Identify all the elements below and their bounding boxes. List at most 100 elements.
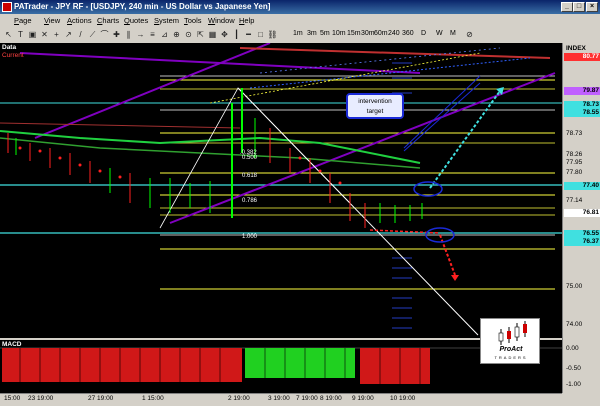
tf-10m[interactable]: 10m [332, 30, 346, 37]
cross-icon[interactable]: ✚ [111, 29, 122, 40]
tf-monthly[interactable]: M [450, 30, 456, 37]
eraser-icon[interactable]: ✕ [39, 29, 50, 40]
hline-icon[interactable]: ━ [243, 29, 254, 40]
price-badge: 79.87 [564, 87, 600, 95]
fib-label-618: 0.618 [242, 173, 258, 179]
price-tick: 77.95 [566, 159, 583, 166]
arrow-icon[interactable]: ↖ [3, 29, 14, 40]
close-button[interactable]: × [586, 2, 598, 12]
image-icon[interactable]: ▣ [27, 29, 38, 40]
channel-upper-line [34, 43, 271, 139]
ma-green-line [0, 137, 421, 169]
time-tick: 1 15:00 [142, 395, 164, 402]
macd-tick: 0.00 [566, 345, 579, 352]
macd-bars-bull [245, 348, 355, 378]
rect-icon[interactable]: □ [255, 29, 266, 40]
tf-15m[interactable]: 15m [347, 30, 361, 37]
time-tick: 8 19:00 [320, 395, 342, 402]
tf-30m[interactable]: 30m [361, 30, 375, 37]
macd-tick: -0.50 [566, 365, 581, 372]
time-tick: 2 19:00 [228, 395, 250, 402]
price-tick: 74.00 [566, 321, 583, 328]
grid-icon[interactable]: ▦ [207, 29, 218, 40]
price-chart-drawing [0, 43, 562, 336]
pointer-icon[interactable]: ↗ [63, 29, 74, 40]
wave-line [237, 87, 479, 336]
toolbar: ↖ T ▣ ✕ + ↗ / ⟋ ⌒ ✚ ∥ → ≡ ⊿ ⊕ ⊙ ⇱ ▦ ✥ ┃ … [0, 27, 600, 44]
menu-system[interactable]: System [154, 16, 179, 25]
window-title: PATrader - JPY RF - [USDJPY, 240 min - U… [14, 2, 271, 11]
app-icon [2, 2, 12, 12]
tf-daily[interactable]: D [421, 30, 426, 37]
gann-icon[interactable]: ⊿ [159, 29, 170, 40]
menu-charts[interactable]: Charts [97, 16, 119, 25]
tf-360[interactable]: 360 [402, 30, 414, 37]
macd-tick: -1.00 [566, 381, 581, 388]
ma-line [239, 47, 551, 59]
macd-bars-bear [360, 348, 430, 384]
callout-line2: target [366, 108, 384, 115]
time-tick: 27 19:00 [88, 395, 114, 402]
fib-label-500: 0.500 [242, 155, 258, 161]
price-axis[interactable]: INDEX 80.77 79.87 78.73 78.55 78.73 78.2… [562, 43, 600, 393]
tf-240[interactable]: 240 [388, 30, 400, 37]
price-tick: 78.26 [566, 151, 583, 158]
macd-panel[interactable]: MACD [0, 340, 562, 393]
menu-bar: Page View Actions Charts Quotes System T… [0, 14, 600, 27]
cursor-icon[interactable]: ⇱ [195, 29, 206, 40]
time-tick: 7 19:00 [296, 395, 318, 402]
menu-window[interactable]: Window [208, 16, 235, 25]
crosshair-icon[interactable]: + [51, 29, 62, 40]
down-arrow-head [451, 275, 459, 281]
tf-3m[interactable]: 3m [307, 30, 317, 37]
time-axis[interactable]: 15:00 23 19:00 27 19:00 1 15:00 2 19:00 … [0, 393, 562, 406]
minimize-button[interactable]: _ [561, 2, 573, 12]
menu-help[interactable]: Help [239, 16, 254, 25]
callout-line1: intervention [358, 98, 392, 105]
price-badge: 77.40 [564, 182, 600, 190]
menu-tools[interactable]: Tools [184, 16, 202, 25]
zoom-icon[interactable]: ⊙ [183, 29, 194, 40]
drag-icon[interactable]: ✥ [219, 29, 230, 40]
stop-icon[interactable]: ⊘ [464, 29, 475, 40]
tf-60m[interactable]: 60m [374, 30, 388, 37]
text-tool-icon[interactable]: T [15, 29, 26, 40]
time-tick: 9 19:00 [352, 395, 374, 402]
measure-icon[interactable]: ⊕ [171, 29, 182, 40]
intervention-callout: intervention target [346, 93, 404, 119]
link-icon[interactable]: ⛓ [267, 29, 278, 40]
line-tool-icon[interactable]: / [75, 29, 86, 40]
ray-icon[interactable]: → [135, 29, 146, 40]
trendline-icon[interactable]: ⟋ [87, 29, 98, 40]
proact-logo: ProAct TRADERS [480, 318, 540, 364]
channel-icon[interactable]: ∥ [123, 29, 134, 40]
menu-view[interactable]: View [44, 16, 60, 25]
title-bar: PATrader - JPY RF - [USDJPY, 240 min - U… [0, 0, 600, 14]
arc-icon[interactable]: ⌒ [99, 29, 110, 40]
menu-page[interactable]: Page [14, 16, 32, 25]
logo-name: ProAct [499, 346, 523, 353]
projection-line [249, 57, 531, 89]
macd-label: MACD [2, 341, 22, 348]
time-tick: 15:00 [4, 395, 21, 402]
tf-1m[interactable]: 1m [293, 30, 303, 37]
fib-icon[interactable]: ≡ [147, 29, 158, 40]
main-panel-label: Data [2, 44, 17, 51]
maximize-button[interactable]: □ [573, 2, 585, 12]
tf-5m[interactable]: 5m [320, 30, 330, 37]
price-tick: 77.80 [566, 169, 583, 176]
menu-actions[interactable]: Actions [67, 16, 92, 25]
time-tick: 23 19:00 [28, 395, 54, 402]
price-tick: 75.00 [566, 283, 583, 290]
vline-icon[interactable]: ┃ [231, 29, 242, 40]
logo-tagline: TRADERS [494, 355, 528, 360]
tf-weekly[interactable]: W [436, 30, 443, 37]
ma-green-line [0, 130, 421, 164]
fib-label-786: 0.786 [242, 198, 258, 204]
price-badge: 80.77 [564, 53, 600, 61]
price-badge: 76.81 [564, 209, 600, 217]
price-chart[interactable]: Data Current .0.382 0.500 0.618 0.786 1.… [0, 43, 562, 338]
menu-quotes[interactable]: Quotes [124, 16, 148, 25]
price-tick: 77.14 [566, 197, 583, 204]
index-label: INDEX [566, 45, 586, 52]
